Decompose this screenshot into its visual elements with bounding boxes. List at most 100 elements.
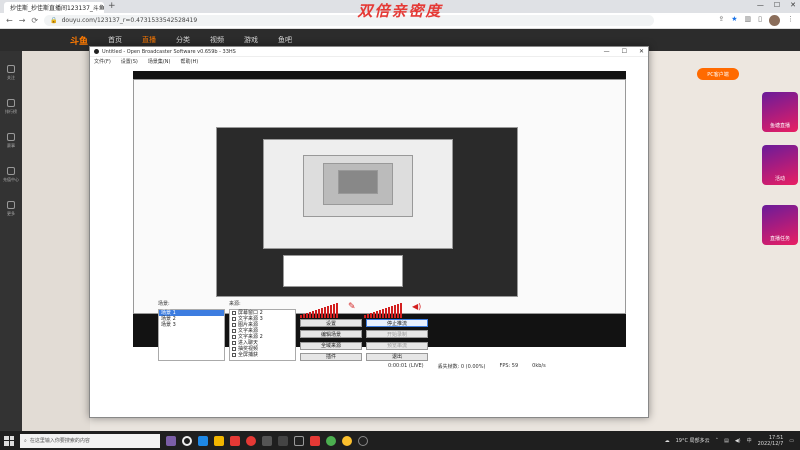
obs-window-controls: — ☐ ✕ [604,48,644,55]
penguin-qq-icon[interactable] [294,435,304,446]
sidebar-item-more[interactable]: 更多 [7,201,15,217]
video-app-icon[interactable] [230,435,240,446]
taskbar-app-icon[interactable] [166,435,176,446]
promo-poster[interactable]: 直播任务 [762,205,798,245]
checkbox[interactable] [232,311,236,315]
nav-video[interactable]: 视频 [210,35,224,45]
desktop-volume-meter[interactable] [364,303,402,318]
windows-taskbar: ⌕ 在这里输入你要搜索的内容 ☁ 19°C 局部多云 ˄ ▤ ◀) 中 17:5… [0,431,800,450]
overlay-caption: 双倍亲密度 [357,2,443,20]
menu-help[interactable]: 帮助(H) [181,58,199,65]
taskbar-search-input[interactable]: ⌕ 在这里输入你要搜索的内容 [20,433,160,448]
edge-icon[interactable] [198,435,208,446]
settings-button[interactable]: 设置 [300,319,362,327]
ime-icon[interactable]: 中 [747,437,752,444]
promo-poster[interactable]: 鱼塘直播 [762,92,798,132]
checkbox[interactable] [232,353,236,357]
checkbox[interactable] [232,317,236,321]
menu-settings[interactable]: 设置(S) [121,58,138,65]
weather-icon[interactable]: ☁ [665,438,670,444]
weather-text[interactable]: 19°C 局部多云 [676,437,710,444]
mic-icon[interactable]: ✎ [348,302,356,312]
system-tray: ☁ 19°C 局部多云 ˄ ▤ ◀) 中 17:51 2022/12/7 ▭ [665,435,800,447]
rank-icon [7,99,15,107]
scenes-header: 场景: [158,301,170,307]
speaker-icon[interactable]: ◀) [412,302,421,311]
sources-list: 屏幕窗口 2 文字来源 3 图片来源 文字来源 文字来源 2 进入聊天 抽奖视频… [229,309,296,361]
obs-controls: 设置 停止推流 编辑场景 开始录制 全域来源 预览串流 插件 退出 [300,319,428,362]
plugins-button[interactable]: 插件 [300,352,362,361]
chrome-icon[interactable] [342,435,352,446]
chrome-icon[interactable] [326,435,336,446]
nav-games[interactable]: 游戏 [244,35,258,45]
checkbox[interactable] [232,335,236,339]
sidebar-item-rank[interactable]: 排行榜 [5,99,17,115]
clock[interactable]: 17:51 2022/12/7 [758,435,784,447]
nav-category[interactable]: 分类 [176,35,190,45]
tray-arrow-icon[interactable]: ˄ [716,438,719,444]
windows-start-icon[interactable] [4,435,14,446]
network-icon[interactable]: ▤ [724,438,729,444]
wallet-icon [7,167,15,175]
scene-item[interactable]: 场景 3 [159,322,224,328]
promo-poster[interactable]: 活动 [762,145,798,185]
mic-volume-meter[interactable] [300,303,338,318]
obs-minimize-button[interactable]: — [604,48,610,55]
obs-title: Untitled - Open Broadcaster Software v0.… [102,48,236,55]
nav-live[interactable]: 直播 [142,35,156,45]
menu-scene-collection[interactable]: 场景集(N) [148,58,171,65]
preview-stream-button[interactable]: 预览串流 [366,341,428,350]
scenes-list: 场景 1 场景 2 场景 3 [158,309,225,361]
task-view-icon[interactable] [182,435,192,446]
pc-client-button[interactable]: PC客户端 [697,68,739,80]
fps: FPS: 59 [499,363,519,369]
nested-frame [338,170,378,194]
obs-dock: 场景: 场景 1 场景 2 场景 3 来源: 屏幕窗口 2 文字来源 3 图片来… [158,300,428,362]
more-icon [7,201,15,209]
sources-header: 来源: [229,301,241,307]
source-item[interactable]: 全屏捕获 [230,352,295,358]
nested-dock [283,255,403,287]
search-icon: ⌕ [24,437,27,444]
checkbox[interactable] [232,323,236,327]
checkbox[interactable] [232,329,236,333]
volume-icon[interactable]: ◀) [735,438,741,444]
app-icon[interactable] [278,435,288,446]
site-sidebar: 关注 排行榜 赛事 充值中心 更多 [0,51,22,431]
sidebar-item-recharge[interactable]: 充值中心 [3,167,19,183]
app-icon[interactable] [310,435,320,446]
sidebar-item-events[interactable]: 赛事 [7,133,15,149]
bitrate: 0kb/s [532,363,546,369]
stream-time: 0:00:01 (LIVE) [388,363,424,369]
sidebar-item-follow[interactable]: 关注 [7,65,15,81]
notifications-icon[interactable]: ▭ [789,438,794,444]
exit-button[interactable]: 退出 [366,352,428,361]
clock-date: 2022/12/7 [757,440,784,447]
global-sources-button[interactable]: 全域来源 [300,341,362,350]
checkbox[interactable] [232,341,236,345]
app-icon[interactable] [262,435,272,446]
audio-mixer: ✎ ◀) [300,300,428,318]
nav-fishbar[interactable]: 鱼吧 [278,35,292,45]
heart-icon [7,65,15,73]
obs-icon[interactable] [358,435,368,446]
obs-status-bar: 0:00:01 (LIVE) 丢失帧数: 0 (0.00%) FPS: 59 0… [158,362,560,370]
obs-maximize-button[interactable]: ☐ [622,48,627,55]
obs-title-bar: Untitled - Open Broadcaster Software v0.… [90,47,648,57]
netease-music-icon[interactable] [246,435,256,446]
edit-scene-button[interactable]: 编辑场景 [300,330,362,339]
obs-menu-bar: 文件(F) 设置(S) 场景集(N) 帮助(H) [90,57,648,66]
trophy-icon [7,133,15,141]
stream-info-column [22,51,90,431]
dropped-frames: 丢失帧数: 0 (0.00%) [437,363,486,370]
checkbox[interactable] [232,347,236,351]
folder-icon[interactable] [214,435,224,446]
obs-app-icon [94,49,99,54]
menu-file[interactable]: 文件(F) [94,58,111,65]
stop-stream-button[interactable]: 停止推流 [366,319,428,327]
search-placeholder: 在这里输入你要搜索的内容 [29,438,90,444]
site-logo[interactable]: 斗鱼 [70,34,88,47]
obs-close-button[interactable]: ✕ [639,48,644,55]
start-recording-button[interactable]: 开始录制 [366,330,428,339]
nav-home[interactable]: 首页 [108,35,122,45]
